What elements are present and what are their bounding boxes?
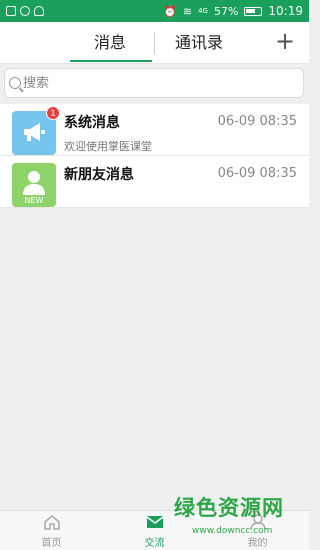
nav-home-label: 首页 — [41, 538, 62, 549]
message-list: 1 系统消息 欢迎使用掌医课堂 06-09 08:35 NEW 新朋友消息 06… — [0, 104, 309, 208]
list-item-time: 06-09 08:35 — [217, 166, 297, 181]
cloud-icon — [20, 6, 30, 16]
tab-divider — [154, 32, 155, 54]
battery-percent: 57% — [213, 4, 239, 18]
search-icon — [9, 77, 21, 89]
gallery-icon — [6, 6, 16, 16]
watermark-url: www.downcc.com — [192, 526, 273, 536]
mail-icon — [146, 516, 163, 528]
clock: 10:19 — [268, 4, 303, 18]
watermark: 绿色资源网 www.downcc.com — [170, 492, 310, 550]
alarm-icon: ⏰ — [163, 4, 177, 18]
battery-icon — [244, 6, 263, 16]
search-area — [0, 64, 309, 102]
active-tab-indicator — [70, 60, 152, 62]
search-input[interactable] — [23, 75, 283, 91]
top-bar: 消息 通讯录 + — [0, 22, 309, 64]
search-box[interactable] — [4, 68, 304, 98]
list-item-time: 06-09 08:35 — [217, 114, 297, 129]
avatar: NEW — [12, 163, 56, 207]
new-label: NEW — [24, 196, 44, 205]
unread-badge: 1 — [46, 106, 60, 120]
android-icon — [34, 6, 44, 16]
status-left-icons — [6, 6, 44, 16]
tab-messages[interactable]: 消息 — [70, 30, 150, 56]
status-right: ⏰ ≋ 4G 57% 10:19 — [163, 4, 303, 18]
network-indicator: 4G — [198, 7, 208, 15]
add-button[interactable]: + — [271, 28, 299, 56]
nav-home[interactable]: 首页 — [0, 511, 103, 550]
watermark-title: 绿色资源网 — [174, 496, 284, 520]
status-bar: ⏰ ≋ 4G 57% 10:19 — [0, 0, 309, 22]
list-item-title: 系统消息 — [64, 115, 120, 131]
list-item-new-friends[interactable]: NEW 新朋友消息 06-09 08:35 — [0, 156, 309, 208]
tab-contacts[interactable]: 通讯录 — [160, 30, 238, 56]
wifi-icon: ≋ — [182, 4, 193, 18]
list-item-subtitle: 欢迎使用掌医课堂 — [64, 140, 152, 153]
list-item-title: 新朋友消息 — [64, 167, 134, 183]
megaphone-icon — [24, 123, 45, 141]
home-icon — [43, 515, 60, 530]
list-item-system-messages[interactable]: 1 系统消息 欢迎使用掌医课堂 06-09 08:35 — [0, 104, 309, 156]
person-icon — [23, 171, 45, 195]
